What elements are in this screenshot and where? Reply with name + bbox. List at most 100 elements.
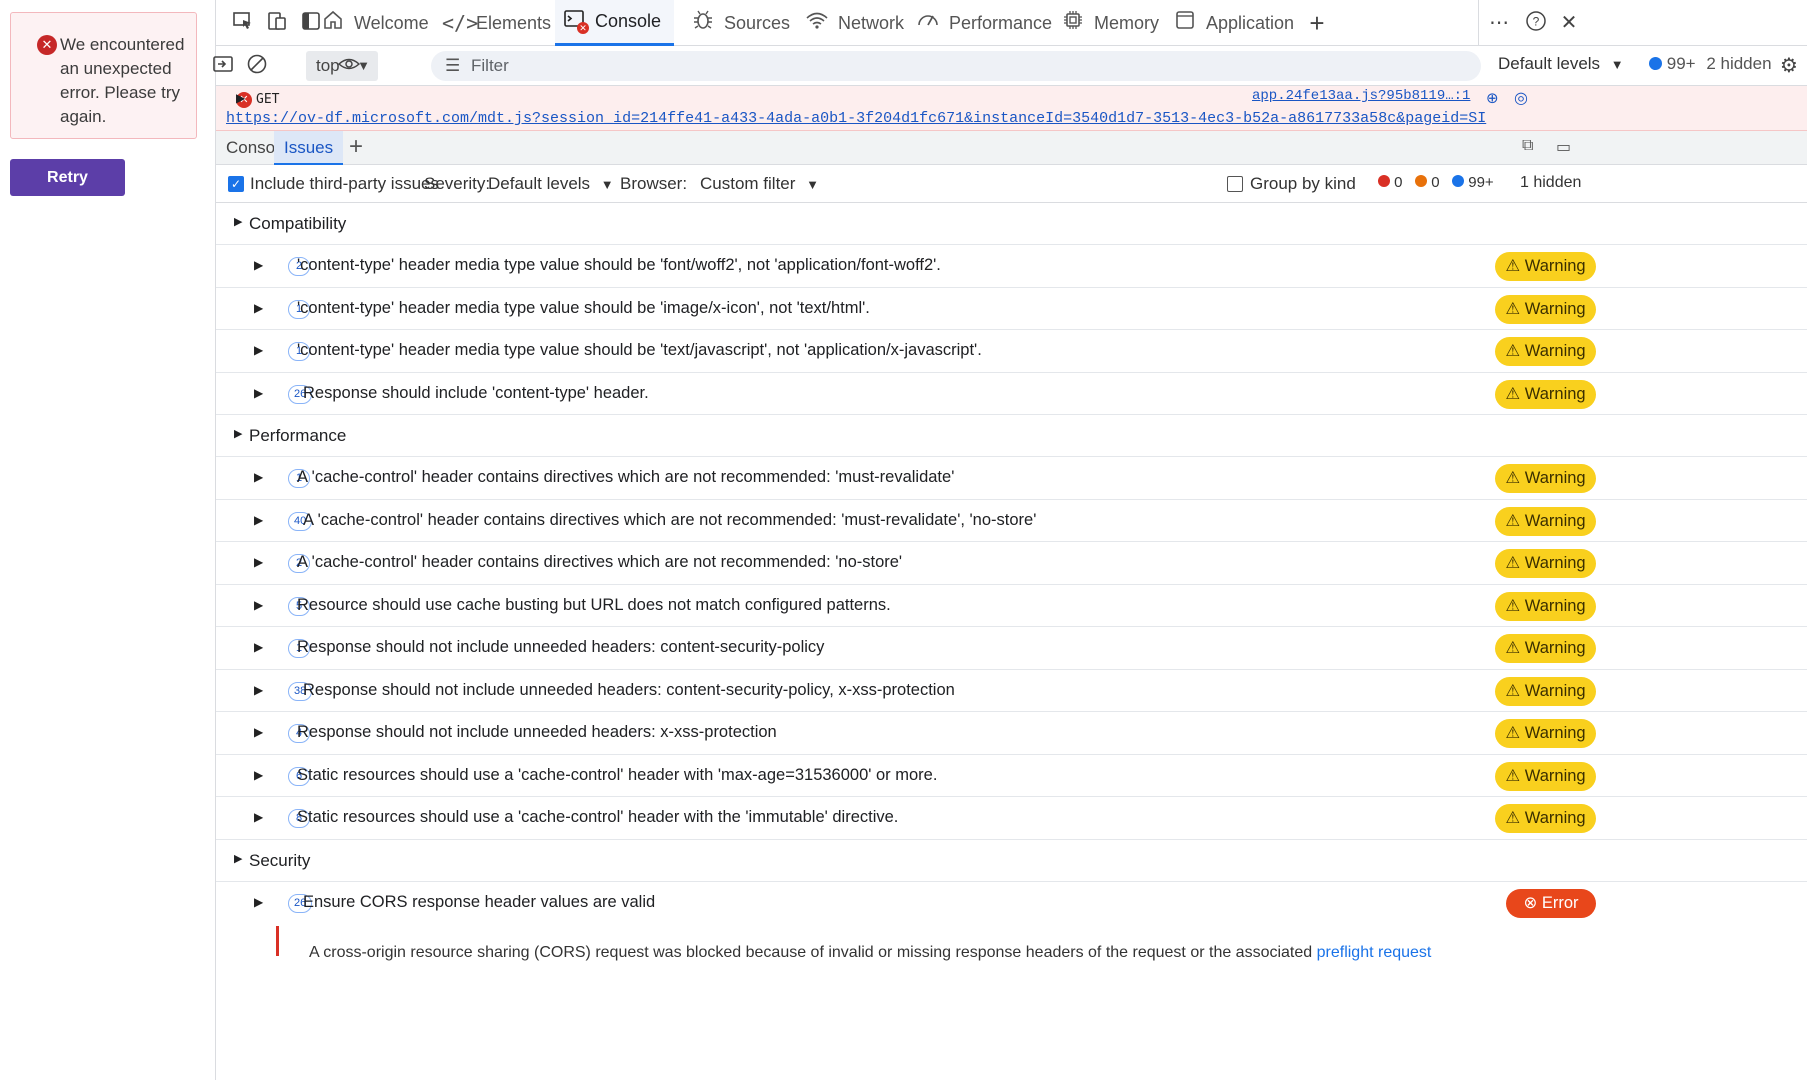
help-icon[interactable]: ? — [1523, 10, 1549, 36]
console-icon: ✕ — [561, 8, 589, 36]
issue-row[interactable]: ▶ 26 Ensure CORS response header values … — [216, 882, 1807, 925]
gauge-icon — [915, 9, 941, 37]
warning-count-icon — [1415, 175, 1428, 187]
severity-dropdown[interactable]: Default levels ▼ — [488, 174, 614, 194]
console-error-message: ✕ ▶ GET https://ov-df.microsoft.com/mdt.… — [216, 86, 1807, 131]
info-count-icon — [1452, 175, 1465, 187]
tab-label: Application — [1206, 12, 1295, 33]
expand-arrow-icon: ▶ — [234, 216, 243, 228]
expand-arrow-icon: ▶ — [254, 597, 264, 612]
tab-network[interactable]: Network — [798, 0, 910, 46]
svg-text:?: ? — [1533, 15, 1540, 29]
clear-console-icon[interactable] — [244, 53, 270, 79]
severity-text: Warning — [1524, 596, 1586, 615]
preflight-request-link[interactable]: preflight request — [1317, 944, 1432, 961]
issue-row[interactable]: ▶ 26 Response should include 'content-ty… — [216, 373, 1807, 415]
divider — [1478, 0, 1479, 46]
drawer-tab-bar: Console Issues + ⧉ ▭ — [216, 131, 1807, 165]
issue-row[interactable]: ▶ 8 Static resources should use a 'cache… — [216, 797, 1807, 840]
severity-text: Warning — [1524, 554, 1586, 572]
category-label: Compatibility — [249, 214, 347, 233]
tab-label: Network — [838, 12, 905, 33]
chevron-down-icon: ▼ — [1610, 57, 1624, 72]
close-drawer-icon[interactable]: ▭ — [1556, 137, 1571, 157]
issue-title: 'content-type' header media type value s… — [297, 341, 982, 359]
include-third-party-label: Include third-party issues — [250, 174, 439, 193]
error-badge-icon: ✕ — [577, 21, 589, 34]
chip-icon — [1060, 9, 1086, 37]
tab-performance[interactable]: Performance — [909, 0, 1058, 46]
include-third-party-checkbox[interactable]: ✓ — [228, 176, 244, 192]
message-count-value: 99+ — [1666, 54, 1696, 73]
tab-memory[interactable]: Memory — [1054, 0, 1165, 46]
inspect-element-icon[interactable] — [230, 10, 256, 36]
log-levels-dropdown[interactable]: Default levels ▼ — [1498, 54, 1624, 74]
show-sidebar-icon[interactable] — [210, 53, 236, 79]
warning-pill: ⚠ Warning — [1495, 676, 1596, 706]
issue-row[interactable]: ▶ 4 Response should not include unneeded… — [216, 712, 1807, 755]
add-tab-icon[interactable]: + — [1304, 10, 1330, 36]
severity-value: Default levels — [488, 174, 591, 193]
warning-pill: ⚠ Warning — [1495, 506, 1596, 536]
tab-elements[interactable]: </> Elements — [436, 0, 557, 46]
add-drawer-tab-icon[interactable]: + — [349, 133, 363, 161]
dock-drawer-icon[interactable]: ⧉ — [1522, 137, 1533, 155]
expand-arrow-icon: ▶ — [254, 555, 264, 569]
issue-row[interactable]: ▶ 1 A 'cache-control' header contains di… — [216, 457, 1807, 500]
issue-title: Response should include 'content-type' h… — [303, 383, 649, 402]
message-count[interactable]: 99+ 2 hidden — [1649, 54, 1772, 74]
browser-value: Custom filter — [700, 174, 796, 193]
tab-label: Performance — [949, 12, 1053, 33]
expand-arrow-icon[interactable]: ▶ — [236, 91, 245, 105]
warning-pill: ⚠ Warning — [1495, 719, 1596, 748]
live-expression-eye-icon[interactable] — [336, 53, 362, 79]
expand-arrow-icon: ▶ — [234, 852, 243, 865]
home-icon — [320, 9, 346, 37]
issue-row[interactable]: ▶ 2 A 'cache-control' header contains di… — [216, 542, 1807, 585]
issue-row[interactable]: ▶ 1 'content-type' header media type val… — [216, 330, 1807, 373]
tab-welcome[interactable]: Welcome — [314, 0, 435, 46]
close-icon[interactable]: ✕ — [1556, 10, 1582, 36]
console-toolbar: top ▼ ☰ Filter Default levels ▼ 99+ 2 hi… — [213, 46, 1807, 86]
browser-filter-dropdown[interactable]: Custom filter ▼ — [700, 174, 819, 194]
ai-explain-icon[interactable]: ◎ — [1514, 88, 1528, 108]
tab-application[interactable]: Application — [1166, 0, 1300, 46]
severity-text: Warning — [1524, 511, 1586, 530]
issue-row[interactable]: ▶ 5 Resource should use cache busting bu… — [216, 585, 1807, 627]
severity-text: Error — [1541, 893, 1579, 912]
request-url-link[interactable]: https://ov-df.microsoft.com/mdt.js?sessi… — [226, 110, 1486, 127]
category-security[interactable]: ▶ Security — [216, 840, 1807, 882]
issue-row[interactable]: ▶ 2 'content-type' header media type val… — [216, 245, 1807, 288]
issue-title: 'content-type' header media type value s… — [297, 256, 941, 274]
settings-gear-icon[interactable]: ⚙ — [1776, 53, 1802, 79]
tab-console[interactable]: ✕ Console — [555, 0, 674, 46]
network-request-icon[interactable]: ⊕ — [1486, 89, 1499, 107]
issue-title: Response should not include unneeded hea… — [297, 723, 777, 741]
issue-row[interactable]: ▶ 6 Static resources should use a 'cache… — [216, 755, 1807, 797]
issue-list: ▶ Compatibility ▶ 2 'content-type' heade… — [216, 203, 1807, 964]
issue-row[interactable]: ▶ 38 Response should not include unneede… — [216, 670, 1807, 712]
wifi-icon — [804, 9, 830, 37]
issue-row[interactable]: ▶ 40 A 'cache-control' header contains d… — [216, 500, 1807, 542]
device-emulation-icon[interactable] — [264, 10, 290, 36]
filter-input[interactable]: ☰ Filter — [431, 51, 1481, 81]
error-message-text: We encountered an unexpected error. Plea… — [60, 35, 185, 126]
retry-button[interactable]: Retry — [10, 159, 125, 196]
code-icon: </> — [442, 11, 479, 35]
levels-label: Default levels — [1498, 54, 1601, 73]
tab-sources[interactable]: Sources — [684, 0, 796, 46]
more-options-icon[interactable]: ⋯ — [1486, 10, 1512, 36]
warning-pill: ⚠ Warning — [1495, 294, 1596, 324]
issue-row[interactable]: ▶ 1 'content-type' header media type val… — [216, 288, 1807, 330]
chevron-down-icon: ▼ — [806, 177, 820, 192]
category-compatibility[interactable]: ▶ Compatibility — [216, 203, 1807, 245]
drawer-tab-issues[interactable]: Issues — [274, 131, 344, 165]
source-location-link[interactable]: app.24fe13aa.js?95b8119…:1 — [1252, 88, 1470, 104]
tab-label: Memory — [1094, 12, 1160, 33]
bug-icon — [690, 9, 716, 37]
issue-row[interactable]: ▶ 1 Response should not include unneeded… — [216, 627, 1807, 670]
category-label: Performance — [249, 426, 347, 445]
category-performance[interactable]: ▶ Performance — [216, 415, 1807, 457]
group-by-kind-checkbox[interactable] — [1227, 176, 1243, 192]
warning-pill: ⚠ Warning — [1495, 337, 1596, 366]
